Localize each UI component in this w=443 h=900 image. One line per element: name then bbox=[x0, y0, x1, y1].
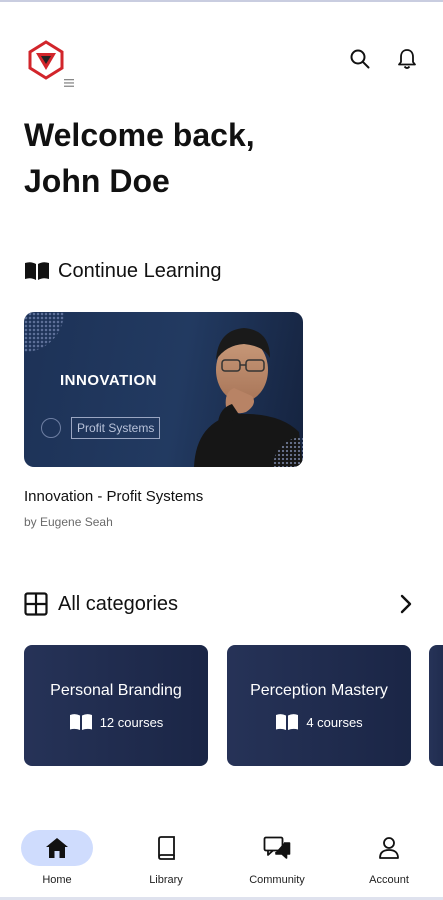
community-icon bbox=[241, 830, 313, 866]
nav-library[interactable]: Library bbox=[121, 830, 211, 892]
nav-label: Community bbox=[249, 874, 305, 886]
categories-header: All categories bbox=[24, 589, 178, 619]
top-divider bbox=[0, 0, 443, 2]
nav-label: Account bbox=[369, 874, 409, 886]
welcome-line: Welcome back, bbox=[24, 117, 255, 153]
library-icon bbox=[130, 830, 202, 866]
app-header bbox=[0, 30, 443, 90]
course-count: 12 courses bbox=[99, 714, 164, 730]
open-book-icon bbox=[69, 714, 92, 730]
section-title: Continue Learning bbox=[58, 259, 222, 282]
menu-icon[interactable] bbox=[64, 74, 74, 87]
nav-account[interactable]: Account bbox=[344, 830, 434, 892]
account-icon bbox=[353, 830, 425, 866]
category-count: 4 courses bbox=[227, 713, 411, 731]
nav-community[interactable]: Community bbox=[232, 830, 322, 892]
search-icon[interactable] bbox=[345, 44, 375, 74]
category-card-personal-branding[interactable]: Personal Branding 12 courses bbox=[24, 645, 208, 766]
triangle-logo-icon[interactable] bbox=[26, 40, 66, 80]
course-count: 4 courses bbox=[306, 714, 363, 730]
thumbnail-title: INNOVATION bbox=[60, 372, 157, 389]
open-book-icon bbox=[24, 259, 52, 283]
decorative-dots bbox=[24, 312, 64, 352]
bell-icon[interactable] bbox=[392, 44, 422, 74]
course-author: by Eugene Seah bbox=[24, 515, 113, 529]
chevron-right-icon[interactable] bbox=[392, 590, 420, 618]
category-card-perception-mastery[interactable]: Perception Mastery 4 courses bbox=[227, 645, 411, 766]
course-thumbnail[interactable]: INNOVATION Profit Systems bbox=[24, 312, 303, 467]
category-card-partial[interactable] bbox=[429, 645, 443, 766]
category-name: Perception Mastery bbox=[250, 682, 388, 699]
course-title[interactable]: Innovation - Profit Systems bbox=[24, 488, 203, 505]
decorative-circle bbox=[41, 418, 61, 438]
bottom-navigation: Home Library Community Account bbox=[0, 822, 443, 900]
grid-icon bbox=[24, 592, 52, 616]
user-name: John Doe bbox=[24, 163, 170, 199]
home-icon bbox=[21, 830, 93, 866]
section-title: All categories bbox=[58, 592, 179, 615]
thumbnail-badge: Profit Systems bbox=[71, 417, 161, 439]
category-name: Personal Branding bbox=[50, 682, 182, 699]
continue-learning-header: Continue Learning bbox=[24, 256, 221, 286]
open-book-icon bbox=[276, 714, 299, 730]
nav-label: Home bbox=[42, 874, 72, 886]
category-count: 12 courses bbox=[24, 713, 208, 731]
nav-label: Library bbox=[149, 874, 183, 886]
welcome-heading: Welcome back, John Doe bbox=[24, 112, 424, 204]
nav-home[interactable]: Home bbox=[12, 830, 102, 892]
